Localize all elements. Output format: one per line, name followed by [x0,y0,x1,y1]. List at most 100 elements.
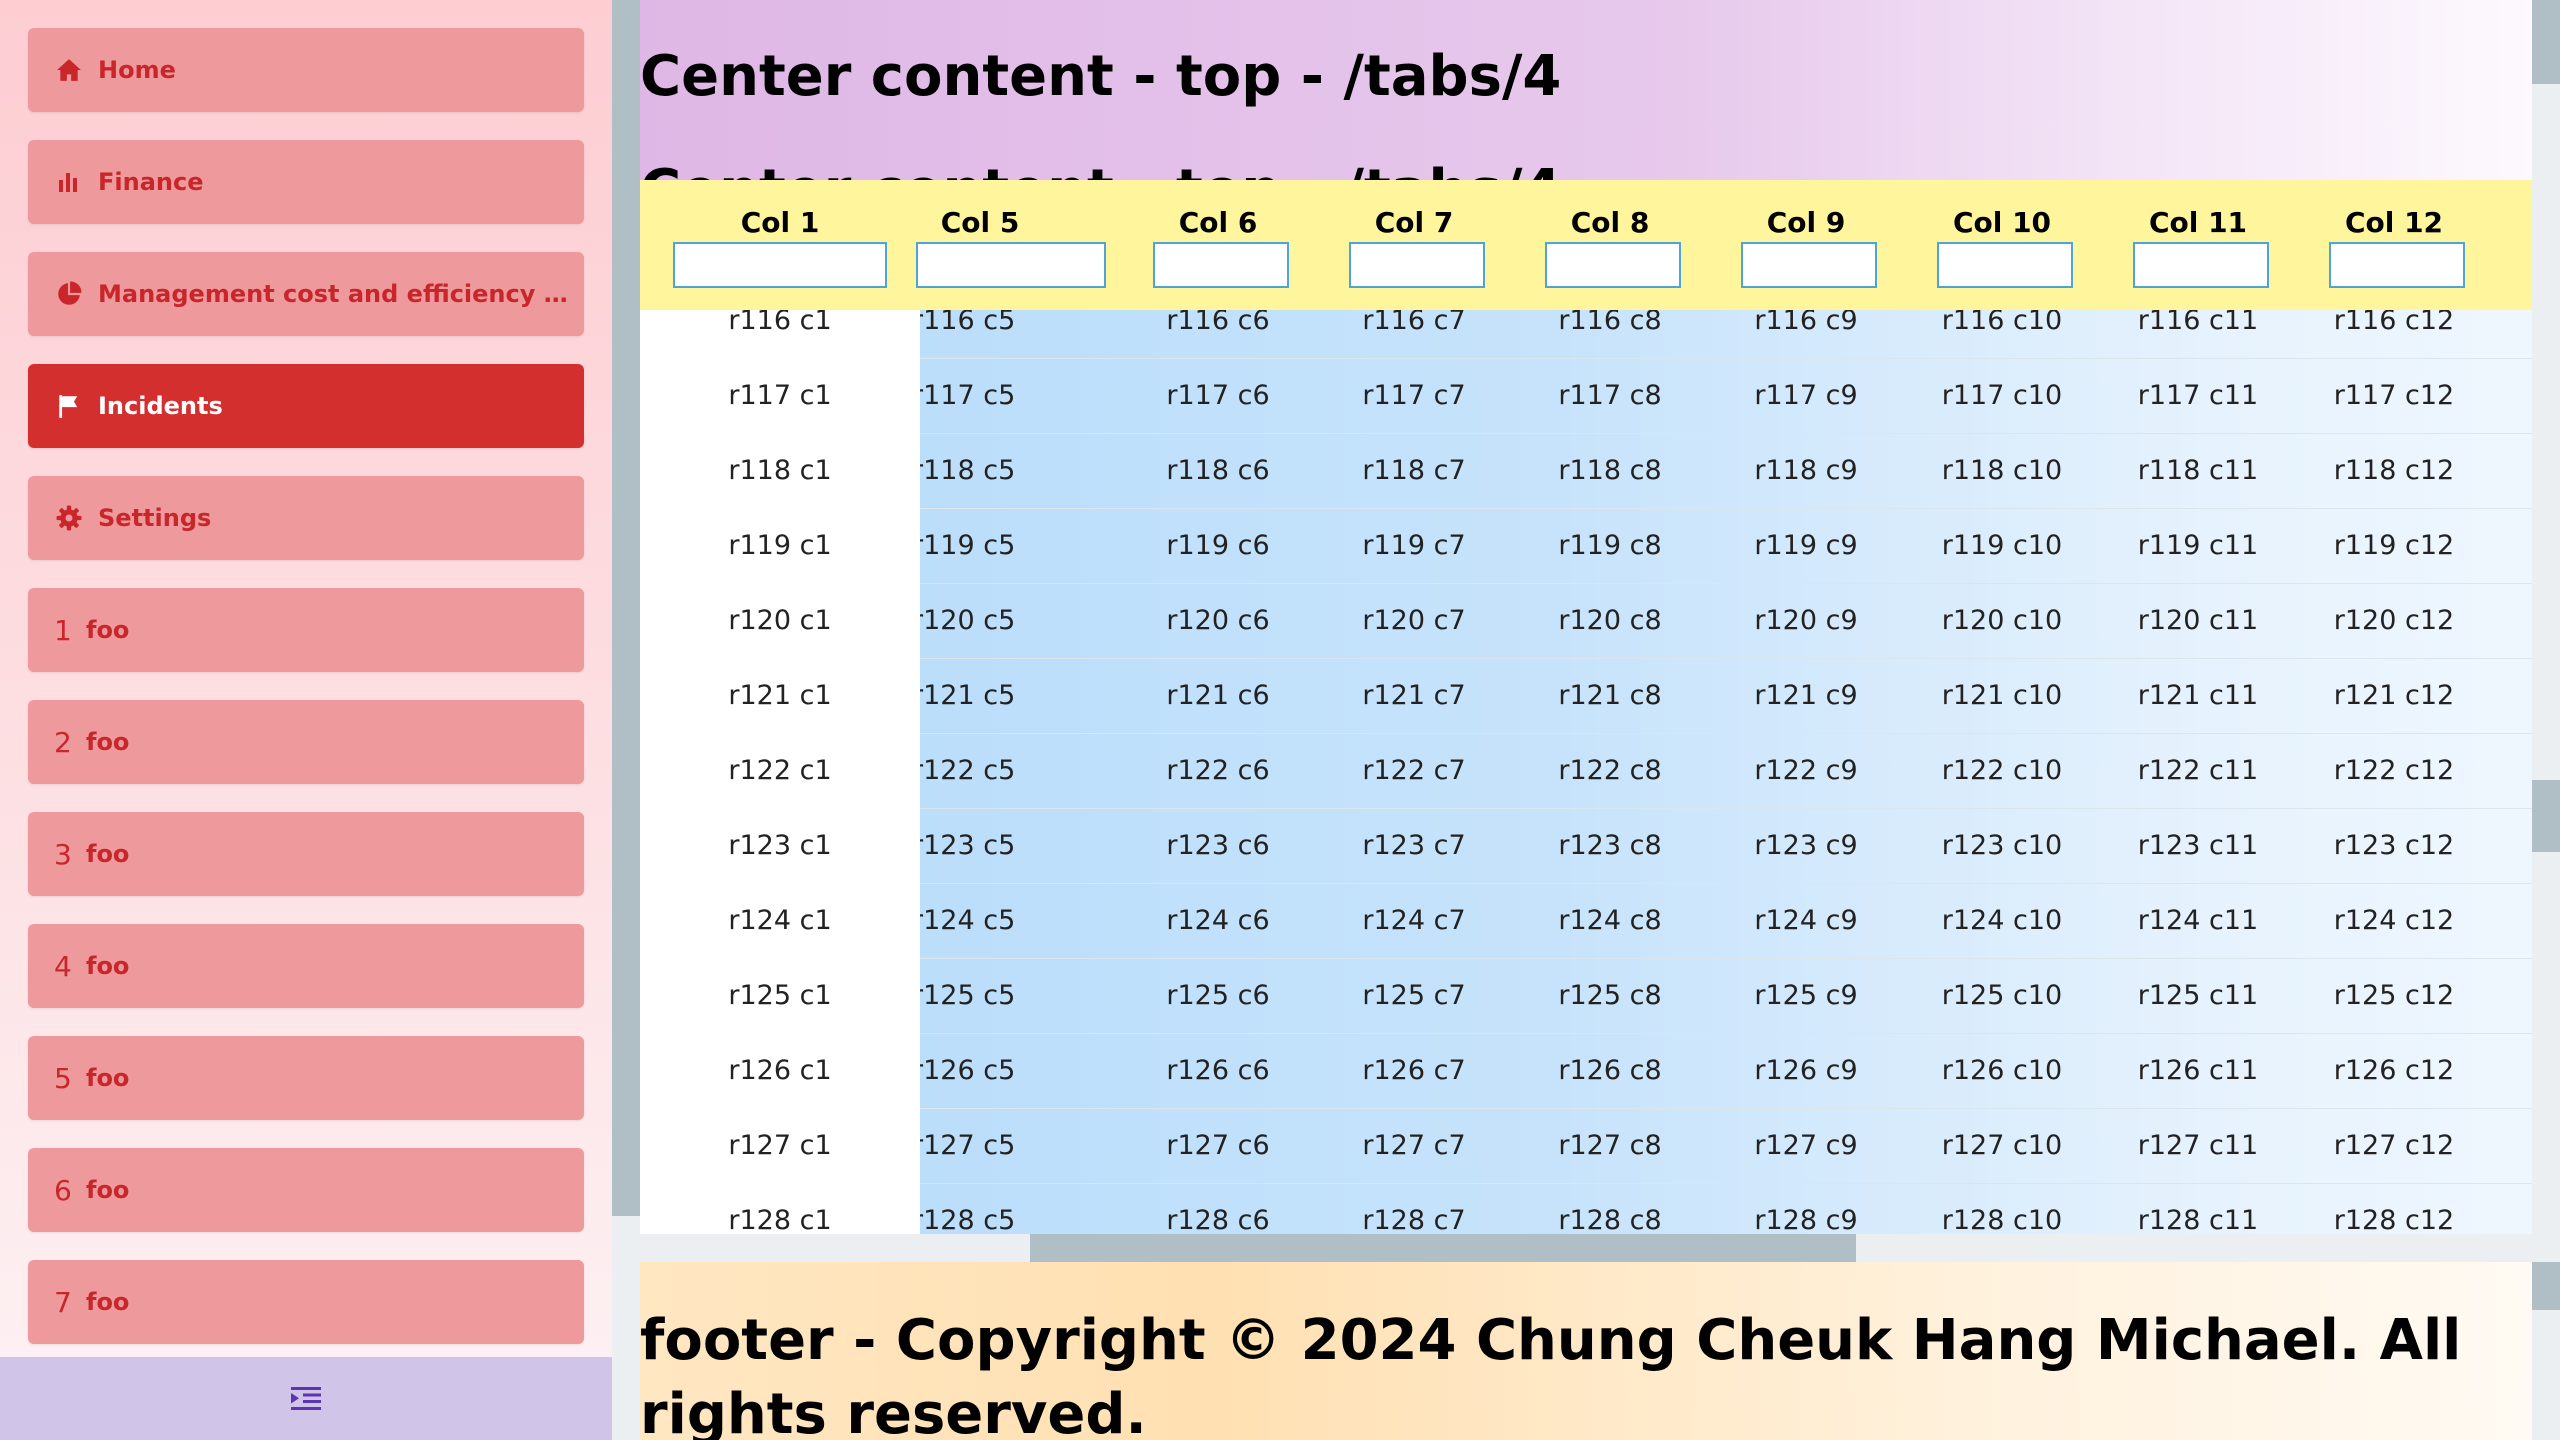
flag-icon [54,391,84,421]
table-cell: r128 c5 [920,1205,1016,1234]
sidebar-item-number: 2 [54,725,72,759]
grid-body: r116 c1 r116 c5 r116 c6 r116 c7 r116 c8 r116 … [640,310,2532,1234]
table-cell: r116 c6 [1166,310,1270,336]
table-row[interactable]: r123 c1 r123 c5 r123 c6 r123 c7 r123 c8 r123 … [640,808,2532,884]
sidebar-item-label: Settings [98,504,212,532]
table-cell: r125 c10 [1941,980,2063,1011]
table-row[interactable]: r122 c1 r122 c5 r122 c6 r122 c7 r122 c8 r122 … [640,733,2532,809]
sidebar-item-settings[interactable]: Settings [28,476,584,560]
sidebar-item-foo-4[interactable]: 4 foo [28,924,584,1008]
pie-chart-icon [54,279,84,309]
table-row[interactable]: r126 c1 r126 c5 r126 c6 r126 c7 r126 c8 r126 … [640,1033,2532,1109]
table-row[interactable]: r124 c1 r124 c5 r124 c6 r124 c7 r124 c8 r124 … [640,883,2532,959]
table-cell: r121 c8 [1558,680,1662,711]
table-cell: r126 c10 [1941,1055,2063,1086]
sidebar: Home Finance Management cost and efficie… [0,0,612,1440]
table-row[interactable]: r119 c1 r119 c5 r119 c6 r119 c7 r119 c8 r119 … [640,508,2532,584]
column-filter-input[interactable] [1349,242,1485,288]
table-cell: r123 c5 [920,830,1016,861]
table-cell: r128 c9 [1754,1205,1858,1234]
vertical-scrollbar-thumb-middle[interactable] [2532,780,2560,852]
column-filter-input[interactable] [1937,242,2073,288]
table-cell: r125 c5 [920,980,1016,1011]
table-row[interactable]: r117 c1 r117 c5 r117 c6 r117 c7 r117 c8 r117 … [640,358,2532,434]
sidebar-item-foo-7[interactable]: 7 foo [28,1260,584,1344]
table-cell: r117 c10 [1941,380,2063,411]
table-cell: r123 c7 [1362,830,1466,861]
bar-chart-icon [54,167,84,197]
table-cell: r124 c12 [2333,905,2455,936]
sidebar-item-foo-1[interactable]: 1 foo [28,588,584,672]
table-cell: r118 c1 [640,433,920,508]
sidebar-item-foo-2[interactable]: 2 foo [28,700,584,784]
table-cell: r124 c7 [1362,905,1466,936]
sidebar-item-label: foo [86,1288,130,1316]
sidebar-item-incidents[interactable]: Incidents [28,364,584,448]
table-cell: r121 c1 [640,658,920,733]
table-cell: r120 c5 [920,605,1016,636]
table-cell: r123 c1 [640,808,920,883]
table-row[interactable]: r116 c1 r116 c5 r116 c6 r116 c7 r116 c8 r116 … [640,310,2532,359]
table-cell: r117 c8 [1558,380,1662,411]
column-title: Col 7 [1374,206,1454,239]
sidebar-item-number: 4 [54,949,72,983]
table-row[interactable]: r121 c1 r121 c5 r121 c6 r121 c7 r121 c8 r121 … [640,658,2532,734]
sidebar-item-number: 5 [54,1061,72,1095]
table-cell: r126 c9 [1754,1055,1858,1086]
sidebar-item-foo-3[interactable]: 3 foo [28,812,584,896]
table-cell: r122 c1 [640,733,920,808]
table-cell: r120 c6 [1166,605,1270,636]
sidebar-item-foo-5[interactable]: 5 foo [28,1036,584,1120]
column-filter-input[interactable] [1545,242,1681,288]
table-cell: r121 c5 [920,680,1016,711]
collapse-menu-icon[interactable] [291,1386,321,1412]
table-cell: r118 c11 [2137,455,2259,486]
column-header-col-1: Col 1 [640,180,920,310]
column-filter-input[interactable] [673,242,887,288]
table-cell: r117 c11 [2137,380,2259,411]
table-row[interactable]: r120 c1 r120 c5 r120 c6 r120 c7 r120 c8 r120 … [640,583,2532,659]
column-title: Col 6 [1178,206,1258,239]
table-row[interactable]: r118 c1 r118 c5 r118 c6 r118 c7 r118 c8 r118 … [640,433,2532,509]
column-header-col-11: Col 11 [2100,180,2296,310]
column-filter-input[interactable] [1741,242,1877,288]
table-row[interactable]: r128 c1 r128 c5 r128 c6 r128 c7 r128 c8 r128 … [640,1183,2532,1234]
table-cell: r121 c6 [1166,680,1270,711]
horizontal-scrollbar[interactable] [640,1234,2532,1262]
sidebar-item-management-cost[interactable]: Management cost and efficiency r... [28,252,584,336]
table-cell: r125 c1 [640,958,920,1033]
table-cell: r119 c9 [1754,530,1858,561]
table-cell: r126 c5 [920,1055,1016,1086]
table-cell: r125 c8 [1558,980,1662,1011]
horizontal-scrollbar-thumb[interactable] [1030,1234,1856,1262]
sidebar-scrollbar-thumb[interactable] [612,0,640,1216]
vertical-scrollbar[interactable] [2532,0,2560,1440]
column-filter-input[interactable] [2329,242,2465,288]
table-cell: r124 c1 [640,883,920,958]
table-cell: r118 c6 [1166,455,1270,486]
sidebar-item-foo-6[interactable]: 6 foo [28,1148,584,1232]
vertical-scrollbar-thumb-top[interactable] [2532,0,2560,84]
table-cell: r116 c11 [2137,310,2259,336]
sidebar-scrollbar[interactable] [612,0,640,1440]
column-filter-input[interactable] [2133,242,2269,288]
table-cell: r127 c11 [2137,1130,2259,1161]
table-row[interactable]: r125 c1 r125 c5 r125 c6 r125 c7 r125 c8 r125 … [640,958,2532,1034]
table-cell: r116 c12 [2333,310,2455,336]
column-title: Col 5 [940,206,1020,239]
column-filter-input[interactable] [1153,242,1289,288]
column-filter-input[interactable] [916,242,1106,288]
column-header-col-7: Col 7 [1316,180,1512,310]
table-cell: r118 c8 [1558,455,1662,486]
table-cell: r127 c9 [1754,1130,1858,1161]
table-row[interactable]: r127 c1 r127 c5 r127 c6 r127 c7 r127 c8 r127 … [640,1108,2532,1184]
table-cell: r123 c11 [2137,830,2259,861]
vertical-scrollbar-thumb-bottom[interactable] [2532,1262,2560,1310]
sidebar-item-label: Home [98,56,176,84]
sidebar-item-home[interactable]: Home [28,28,584,112]
table-cell: r124 c9 [1754,905,1858,936]
table-cell: r126 c12 [2333,1055,2455,1086]
sidebar-item-finance[interactable]: Finance [28,140,584,224]
column-title: Col 10 [1952,206,2052,239]
table-cell: r119 c12 [2333,530,2455,561]
